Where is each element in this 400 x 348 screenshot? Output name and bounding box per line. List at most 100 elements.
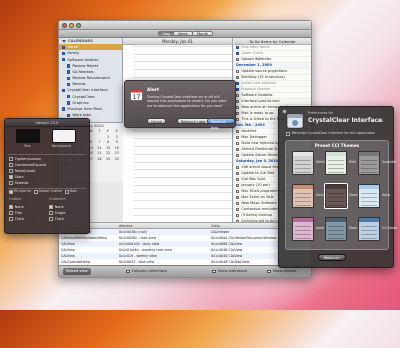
- text-color-swatch[interactable]: [16, 129, 40, 143]
- mini-month-day[interactable]: 2: [112, 135, 121, 140]
- mini-month-day[interactable]: 7: [95, 140, 104, 145]
- checkbox-icon[interactable]: [126, 269, 130, 274]
- checkbox-icon[interactable]: [9, 163, 13, 167]
- checkbox-icon[interactable]: [236, 213, 240, 218]
- checkbox-icon[interactable]: [236, 135, 240, 140]
- checkbox-icon[interactable]: [62, 88, 66, 93]
- mini-month-day[interactable]: 28: [95, 157, 104, 162]
- checkbox-icon[interactable]: [67, 82, 71, 87]
- checkbox-icon[interactable]: [267, 269, 271, 274]
- column-header-address[interactable]: Address: [119, 223, 211, 228]
- checkbox-icon[interactable]: [236, 183, 240, 188]
- week-view-button[interactable]: Week: [173, 31, 193, 36]
- radio-icon[interactable]: [9, 190, 13, 194]
- mini-month-day[interactable]: 21: [95, 151, 104, 156]
- radio-icon[interactable]: [49, 217, 53, 221]
- checkbox-icon[interactable]: [9, 175, 13, 179]
- reload-view-button[interactable]: Reload view: [63, 268, 91, 275]
- checkbox-icon[interactable]: [236, 153, 240, 158]
- fill-interior-option[interactable]: Fill Interior: [9, 189, 31, 194]
- checkbox-icon[interactable]: [62, 45, 66, 49]
- radio-icon[interactable]: [65, 190, 69, 194]
- checkbox-icon[interactable]: [236, 171, 240, 176]
- checkbox-icon[interactable]: [236, 87, 240, 92]
- checkbox-icon[interactable]: [9, 157, 13, 161]
- checkbox-icon[interactable]: [67, 95, 71, 99]
- checkbox-icon[interactable]: [236, 177, 240, 182]
- checkbox-icon[interactable]: [62, 107, 66, 111]
- checkbox-icon[interactable]: [67, 101, 71, 105]
- theme-thumbnail[interactable]: [325, 217, 347, 241]
- checkbox-icon[interactable]: [236, 111, 240, 116]
- show-addressed-button[interactable]: Show addressed: [209, 268, 250, 275]
- checkbox-icon[interactable]: [236, 129, 240, 134]
- radio-icon[interactable]: [9, 211, 13, 215]
- month-view-button[interactable]: Month: [192, 31, 214, 36]
- checkbox-icon[interactable]: [9, 181, 13, 185]
- text-option[interactable]: Shadow: [5, 180, 91, 186]
- radio-icon[interactable]: [49, 205, 53, 209]
- checkbox-icon[interactable]: [212, 269, 216, 274]
- theme-thumbnail[interactable]: [358, 184, 380, 208]
- window-titlebar[interactable]: [59, 21, 311, 30]
- cancel-button[interactable]: Cancel: [147, 118, 167, 124]
- checkbox-icon[interactable]: [236, 57, 240, 62]
- checkbox-icon[interactable]: [236, 195, 240, 200]
- both-option[interactable]: Both: [65, 189, 77, 194]
- checkbox-icon[interactable]: [67, 76, 71, 80]
- theme-thumbnail[interactable]: [358, 151, 380, 175]
- theme-thumbnail[interactable]: [292, 217, 314, 241]
- checkbox-icon[interactable]: [286, 132, 290, 136]
- checkbox-icon[interactable]: [236, 201, 240, 206]
- mini-month-day[interactable]: 14: [95, 146, 104, 151]
- checkbox-icon[interactable]: [236, 189, 240, 194]
- underline-option[interactable]: Thick: [49, 216, 89, 222]
- checkbox-icon[interactable]: [236, 75, 240, 80]
- checkbox-icon[interactable]: [236, 105, 240, 110]
- minimize-button[interactable]: [69, 23, 74, 28]
- close-button[interactable]: [62, 23, 67, 28]
- checkbox-icon[interactable]: [236, 69, 240, 74]
- radio-icon[interactable]: [34, 190, 38, 194]
- checkbox-icon[interactable]: [67, 64, 71, 68]
- collapse-collections-button[interactable]: Collapse collections: [123, 268, 170, 275]
- checkbox-icon[interactable]: [236, 147, 240, 152]
- checkbox-icon[interactable]: [236, 45, 240, 50]
- mini-month-day[interactable]: 8: [104, 140, 113, 145]
- radio-icon[interactable]: [49, 211, 53, 215]
- disclosure-triangle-icon[interactable]: [62, 39, 66, 43]
- zoom-button[interactable]: [76, 23, 81, 28]
- mini-month-day[interactable]: 15: [104, 146, 113, 151]
- checkbox-icon[interactable]: [236, 81, 240, 86]
- radio-icon[interactable]: [9, 217, 13, 221]
- mini-month-day[interactable]: [95, 135, 104, 140]
- checkbox-icon[interactable]: [236, 93, 240, 98]
- theme-thumbnail[interactable]: [358, 217, 380, 241]
- show-classes-button[interactable]: Show classes: [264, 268, 299, 275]
- mini-month-day[interactable]: 29: [104, 157, 113, 162]
- theme-thumbnail[interactable]: [292, 184, 314, 208]
- mini-month-day[interactable]: 23: [112, 151, 121, 156]
- radio-icon[interactable]: [9, 205, 13, 209]
- checkbox-icon[interactable]: [236, 51, 240, 56]
- mini-month-day[interactable]: 22: [104, 151, 113, 156]
- stroke-outline-option[interactable]: Stroke Outline: [34, 189, 62, 194]
- checkbox-icon[interactable]: [67, 113, 71, 118]
- checkbox-icon[interactable]: [236, 207, 240, 212]
- mini-month-day[interactable]: 9: [112, 140, 121, 145]
- mini-month-day[interactable]: 16: [112, 146, 121, 151]
- checkbox-icon[interactable]: [236, 165, 240, 170]
- theme-thumbnail[interactable]: [292, 151, 314, 175]
- checkbox-icon[interactable]: [9, 169, 13, 173]
- relaunch-now-button[interactable]: Relaunch Now: [207, 118, 235, 130]
- checkbox-icon[interactable]: [236, 99, 240, 104]
- theme-thumbnail[interactable]: [325, 151, 347, 175]
- mini-month-day[interactable]: 30: [112, 157, 121, 162]
- checkbox-icon[interactable]: [236, 117, 240, 122]
- mini-month-day[interactable]: 1: [104, 135, 113, 140]
- minimize-cci-option[interactable]: Minimize CrystalClear Interface for this…: [286, 131, 375, 136]
- inspector-title[interactable]: Inkwell 13.0: [5, 119, 89, 127]
- checkbox-icon[interactable]: [67, 70, 71, 74]
- checkbox-icon[interactable]: [62, 57, 66, 62]
- relaunch-button[interactable]: Relaunch: [318, 254, 346, 261]
